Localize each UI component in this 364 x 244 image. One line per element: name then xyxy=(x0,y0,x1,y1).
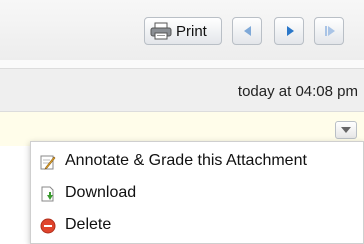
printer-icon xyxy=(150,22,172,40)
menu-item-annotate[interactable]: Annotate & Grade this Attachment xyxy=(31,145,363,177)
delete-icon xyxy=(40,218,56,234)
attachment-dropdown-menu: Annotate & Grade this Attachment Downloa… xyxy=(30,141,364,244)
print-label: Print xyxy=(176,23,207,40)
skip-to-end-icon xyxy=(325,26,335,36)
next-button[interactable] xyxy=(274,17,304,45)
menu-item-label: Delete xyxy=(65,216,112,233)
menu-item-label: Download xyxy=(65,184,137,201)
triangle-right-icon xyxy=(287,26,294,36)
previous-button[interactable] xyxy=(232,17,262,45)
toolbar: Print xyxy=(0,0,364,60)
menu-item-label: Annotate & Grade this Attachment xyxy=(65,152,307,169)
menu-item-delete[interactable]: Delete xyxy=(31,209,363,241)
last-button[interactable] xyxy=(314,17,344,45)
menu-item-download[interactable]: Download xyxy=(31,177,363,209)
attachment-menu-toggle[interactable] xyxy=(335,121,357,139)
triangle-left-icon xyxy=(244,26,251,36)
divider xyxy=(0,60,364,68)
pencil-note-icon xyxy=(40,154,56,170)
attachment-meta-bar: today at 04:08 pm xyxy=(0,68,364,112)
print-button[interactable]: Print xyxy=(144,17,222,45)
chevron-down-icon xyxy=(341,127,351,133)
download-icon xyxy=(40,186,56,202)
timestamp: today at 04:08 pm xyxy=(237,83,358,100)
